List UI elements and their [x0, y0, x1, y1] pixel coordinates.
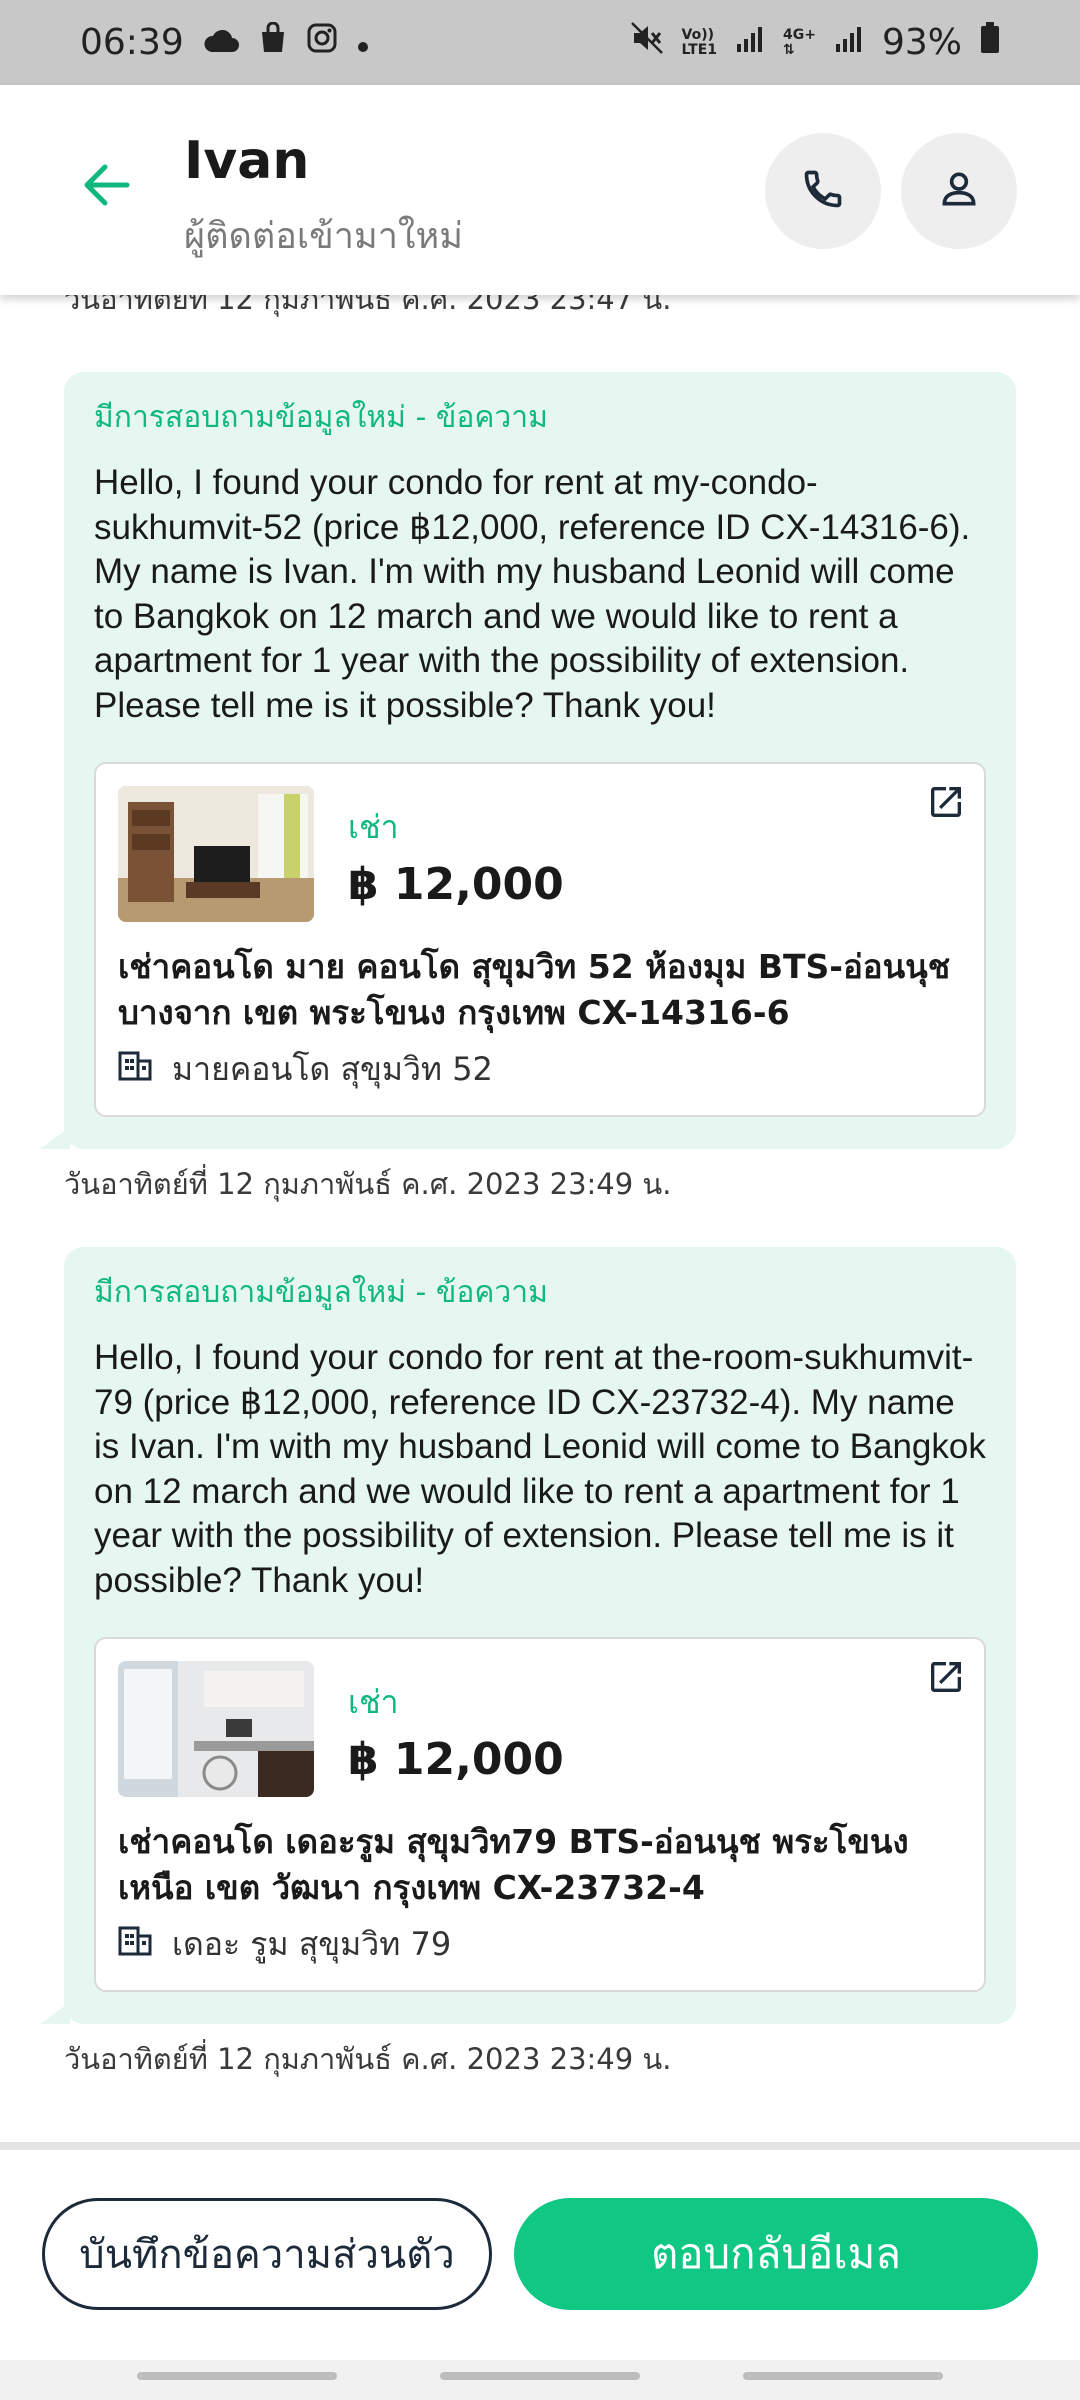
listing-project: เดอะ รูม สุขุมวิท 79 — [118, 1919, 962, 1970]
listing-type: เช่า — [348, 808, 399, 846]
conversation-header: Ivan ผู้ติดต่อเข้ามาใหม่ — [0, 85, 1080, 295]
listing-price: ฿ 12,000 — [348, 1734, 564, 1785]
back-handle[interactable] — [743, 2372, 943, 2380]
recents-handle[interactable] — [137, 2372, 337, 2380]
message-list[interactable]: วันอาทิตย์ที่ 12 กุมภาพันธ์ ค.ศ. 2023 23… — [0, 270, 1080, 2150]
message-kicker: มีการสอบถามข้อมูลใหม่ - ข้อความ — [94, 1275, 548, 1310]
listing-price: ฿ 12,000 — [348, 859, 564, 910]
listing-title: เช่าคอนโด เดอะรูม สุขุมวิท79 BTS-อ่อนนุช… — [118, 1822, 909, 1907]
contact-profile-button[interactable] — [901, 133, 1017, 249]
contact-name: Ivan — [184, 131, 310, 191]
status-bar: 06:39 Vo)) LTE1 4G+ ⇅ 93% — [0, 0, 1080, 85]
volte-label: Vo)) — [681, 26, 715, 43]
message-body: Hello, I found your condo for rent at th… — [94, 1338, 986, 1600]
message-kicker: มีการสอบถามข้อมูลใหม่ - ข้อความ — [94, 400, 548, 435]
bubble-tail — [40, 2002, 70, 2024]
data-arrows-icon: ⇅ — [783, 41, 795, 58]
status-right: Vo)) LTE1 4G+ ⇅ 93% — [630, 21, 1000, 64]
battery-icon — [980, 22, 1000, 63]
listing-card[interactable]: เช่า ฿ 12,000 เช่าคอนโด มาย คอนโด สุขุมว… — [94, 762, 986, 1117]
network-label: 4G+ — [783, 26, 816, 43]
instagram-icon — [306, 22, 338, 63]
message-body: Hello, I found your condo for rent at my… — [94, 463, 971, 725]
listing-type: เช่า — [348, 1683, 399, 1721]
clock: 06:39 — [80, 22, 184, 63]
listing-project: มายคอนโด สุขุมวิท 52 — [118, 1044, 962, 1095]
volte-indicator: Vo)) LTE1 — [681, 26, 718, 58]
cloud-icon — [202, 22, 240, 63]
listing-thumbnail — [118, 1661, 314, 1797]
open-external-icon[interactable] — [926, 1657, 966, 1701]
dot-icon — [356, 22, 370, 63]
signal-icon — [735, 22, 765, 63]
listing-card[interactable]: เช่า ฿ 12,000 เช่าคอนโด เดอะรูม สุขุมวิท… — [94, 1637, 986, 1992]
inquiry-message: มีการสอบถามข้อมูลใหม่ - ข้อความ Hello, I… — [40, 372, 1016, 1149]
listing-title: เช่าคอนโด มาย คอนโด สุขุมวิท 52 ห้องมุม … — [118, 947, 951, 1032]
phone-icon — [801, 167, 845, 215]
action-footer: บันทึกข้อความส่วนตัว ตอบกลับอีเมล — [0, 2150, 1080, 2360]
inquiry-message: มีการสอบถามข้อมูลใหม่ - ข้อความ Hello, I… — [40, 1247, 1016, 2024]
person-icon — [937, 167, 981, 215]
signal-icon — [834, 22, 864, 63]
system-nav-bar — [0, 2360, 1080, 2400]
mute-icon — [630, 21, 664, 64]
message-timestamp: วันอาทิตย์ที่ 12 กุมภาพันธ์ ค.ศ. 2023 23… — [64, 2042, 672, 2076]
private-note-button[interactable]: บันทึกข้อความส่วนตัว — [42, 2198, 492, 2310]
network-indicator: 4G+ ⇅ — [783, 26, 816, 58]
bubble-tail — [40, 1127, 70, 1149]
open-external-icon[interactable] — [926, 782, 966, 826]
listing-thumbnail — [118, 786, 314, 922]
back-arrow-icon[interactable] — [76, 155, 136, 215]
reply-email-button[interactable]: ตอบกลับอีเมล — [514, 2198, 1038, 2310]
building-icon — [118, 1926, 152, 1964]
status-left: 06:39 — [80, 21, 370, 63]
building-icon — [118, 1051, 152, 1089]
lte-label: LTE1 — [681, 41, 718, 58]
contact-status: ผู้ติดต่อเข้ามาใหม่ — [184, 216, 463, 257]
home-handle[interactable] — [440, 2372, 640, 2380]
project-name: เดอะ รูม สุขุมวิท 79 — [172, 1925, 452, 1963]
bag-icon — [258, 21, 288, 63]
call-button[interactable] — [765, 133, 881, 249]
footer-divider — [0, 2142, 1080, 2150]
project-name: มายคอนโด สุขุมวิท 52 — [172, 1050, 493, 1088]
battery-level: 93% — [881, 22, 962, 63]
message-timestamp: วันอาทิตย์ที่ 12 กุมภาพันธ์ ค.ศ. 2023 23… — [64, 1167, 672, 1201]
